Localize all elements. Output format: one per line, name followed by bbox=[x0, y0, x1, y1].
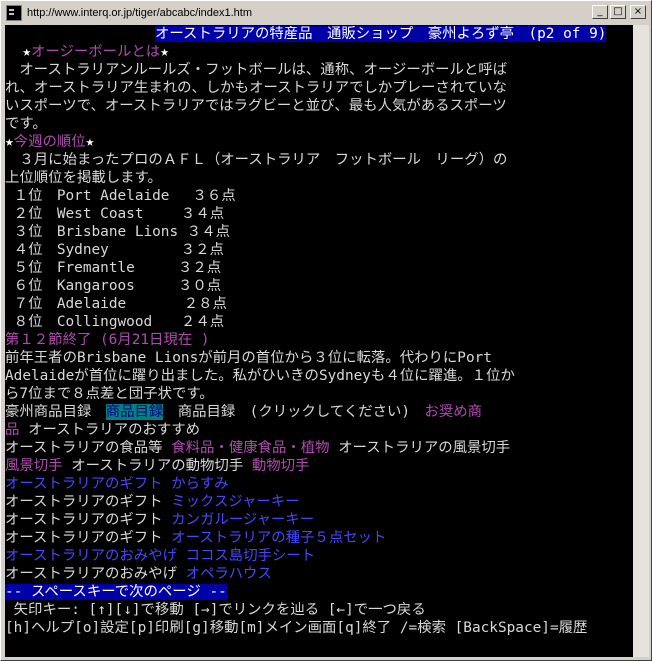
ranking-text: １位 Port Adelaide ３６点 bbox=[13, 188, 236, 204]
link-opera-house[interactable]: オペラハウス bbox=[186, 566, 272, 582]
ranking-row: ２位 West Coast ３４点 bbox=[5, 205, 224, 223]
page-header: オーストラリアの特産品 通販ショップ 豪州よろず亭 (p2 of 9) bbox=[5, 25, 633, 43]
star-icon: ★ bbox=[5, 134, 14, 150]
link-scenery-stamps[interactable]: 風景切手 bbox=[5, 458, 63, 474]
catalog-row: オーストラリアのおみやげ オペラハウス bbox=[5, 565, 272, 583]
text-line: ら7位まで８点差と団子状です。 bbox=[5, 386, 214, 402]
ranking-row: ６位 Kangaroos ３０点 bbox=[5, 277, 222, 295]
link-recommended[interactable]: お奨め商 bbox=[424, 404, 482, 420]
ranking-text: ４位 Sydney ３２点 bbox=[13, 242, 224, 258]
ranking-text: ７位 Adelaide ２８点 bbox=[13, 296, 227, 312]
catalog-label: オーストラリアのギフト bbox=[5, 530, 172, 546]
text-line: 上位順位を掲載します。 bbox=[5, 170, 162, 186]
ranking-text: ３位 Brisbane Lions ３４点 bbox=[13, 224, 230, 240]
ranking-text: ２位 West Coast ３４点 bbox=[13, 206, 225, 222]
catalog-label: オーストラリアの食品等 bbox=[5, 440, 172, 456]
link-recommended[interactable]: 品 bbox=[5, 422, 19, 438]
catalog-row: オーストラリアのギフト カンガルージャーキー bbox=[5, 511, 314, 529]
star-icon: ★ bbox=[85, 134, 95, 150]
text-line: です。 bbox=[5, 116, 47, 132]
ranking-row: ８位 Collingwood ２４点 bbox=[5, 313, 224, 331]
close-button[interactable]: × bbox=[630, 5, 646, 19]
text-line: れ、オーストラリア生まれの、しかもオーストラリアでしかプレーされていな bbox=[5, 80, 507, 96]
catalog-label: 豪州商品目録 bbox=[5, 404, 106, 420]
text-line: Adelaideが首位に躍り出ました。私がひいきのSydneyも４位に躍進。１位… bbox=[5, 368, 515, 384]
catalog-label: オーストラリアの風景切手 bbox=[329, 440, 511, 456]
text-line: いスポーツで、オーストラリアではラグビーと並び、最も人気があるスポーツ bbox=[5, 98, 507, 114]
link-gift-karasumi[interactable]: オーストラリアのギフト からすみ bbox=[5, 475, 229, 493]
next-page-bar[interactable]: -- スペースキーで次のページ -- bbox=[5, 583, 227, 601]
link-catalog-selected[interactable]: 商品目録 bbox=[105, 404, 164, 420]
catalog-label: オーストラリアのギフト bbox=[5, 494, 172, 510]
star-icon: ★ bbox=[22, 44, 31, 60]
catalog-row: オーストラリアのギフト オーストラリアの種子５点セット bbox=[5, 529, 386, 547]
vertical-scrollbar[interactable] bbox=[633, 25, 649, 657]
maximize-button[interactable]: □ bbox=[610, 5, 626, 19]
help-line: 矢印キー: [↑][↓]で移動 [→]でリンクを辿る [←]で一つ戻る bbox=[5, 602, 426, 618]
window-controls: _ □ × bbox=[592, 5, 646, 19]
text-line: ３月に始まったプロのＡＦＬ（オーストラリア フットボール リーグ）の bbox=[5, 152, 508, 168]
catalog-label: オーストラリアの動物切手 bbox=[62, 458, 252, 474]
link-food[interactable]: 食料品・健康食品・植物 bbox=[171, 440, 329, 456]
page-header-text: オーストラリアの特産品 通販ショップ 豪州よろず亭 (p2 of 9) bbox=[155, 26, 607, 42]
ranking-text: ５位 Fremantle ３２点 bbox=[13, 260, 222, 276]
ranking-row: １位 Port Adelaide ３６点 bbox=[5, 187, 236, 205]
ranking-row: ４位 Sydney ３２点 bbox=[5, 241, 224, 259]
section-title-row: ★オージーボールとは★ bbox=[5, 43, 169, 61]
ranking-text: ８位 Collingwood ２４点 bbox=[13, 314, 225, 330]
star-icon: ★ bbox=[160, 44, 169, 60]
link-weekly-ranking[interactable]: 今週の順位 bbox=[14, 134, 86, 150]
round-note: 第１２節終了 (6月21日現在 ) bbox=[5, 332, 210, 348]
terminal-icon bbox=[6, 5, 22, 21]
link-aussie-ball[interactable]: オージーボールとは bbox=[31, 44, 160, 60]
ranking-row: ７位 Adelaide ２８点 bbox=[5, 295, 227, 313]
link-animal-stamps[interactable]: 動物切手 bbox=[252, 458, 310, 474]
section-title-row: ★今週の順位★ bbox=[5, 133, 94, 151]
help-line: [h]ヘルプ[o]設定[p]印刷[g]移動[m]メイン画面[q]終了 /=検索 … bbox=[5, 620, 588, 636]
catalog-row: オーストラリアのギフト ミックスジャーキー bbox=[5, 493, 300, 511]
next-page-text: -- スペースキーで次のページ -- bbox=[5, 584, 227, 600]
text-line: 前年王者のBrisbane Lionsが前月の首位から３位に転落。代わりにPor… bbox=[5, 350, 492, 366]
catalog-label: 商品目録 (クリックしてください) bbox=[163, 404, 425, 420]
catalog-row: 風景切手 オーストラリアの動物切手 動物切手 bbox=[5, 457, 309, 475]
ranking-text: ６位 Kangaroos ３０点 bbox=[13, 278, 222, 294]
link-kangaroo-jerky[interactable]: カンガルージャーキー bbox=[171, 512, 314, 528]
link-cocos-stamp-sheet[interactable]: オーストラリアのおみやげ ココス島切手シート bbox=[5, 547, 315, 565]
catalog-row: 豪州商品目録 商品目録 商品目録 (クリックしてください) お奨め商 bbox=[5, 403, 482, 421]
link-seeds-set[interactable]: オーストラリアの種子５点セット bbox=[171, 530, 386, 546]
minimize-button[interactable]: _ bbox=[592, 5, 608, 19]
ranking-row: ３位 Brisbane Lions ３４点 bbox=[5, 223, 230, 241]
catalog-label: オーストラリアのギフト bbox=[5, 512, 172, 528]
catalog-row: オーストラリアの食品等 食料品・健康食品・植物 オーストラリアの風景切手 bbox=[5, 439, 510, 457]
catalog-label: オーストラリアのおすすめ bbox=[19, 422, 201, 438]
title-bar[interactable]: http://www.interq.or.jp/tiger/abcabc/ind… bbox=[4, 4, 648, 22]
ranking-row: ５位 Fremantle ３２点 bbox=[5, 259, 222, 277]
text-line: オーストラリアンルールズ・フットボールは、通称、オージーボールと呼ば bbox=[5, 62, 508, 78]
link-mixed-jerky[interactable]: ミックスジャーキー bbox=[171, 494, 299, 510]
terminal-content: オーストラリアの特産品 通販ショップ 豪州よろず亭 (p2 of 9) ★オージ… bbox=[5, 25, 633, 657]
catalog-row: 品 オーストラリアのおすすめ bbox=[5, 421, 200, 439]
catalog-label: オーストラリアのおみやげ bbox=[5, 566, 186, 582]
browser-window: http://www.interq.or.jp/tiger/abcabc/ind… bbox=[0, 0, 652, 661]
window-title: http://www.interq.or.jp/tiger/abcabc/ind… bbox=[27, 7, 253, 19]
